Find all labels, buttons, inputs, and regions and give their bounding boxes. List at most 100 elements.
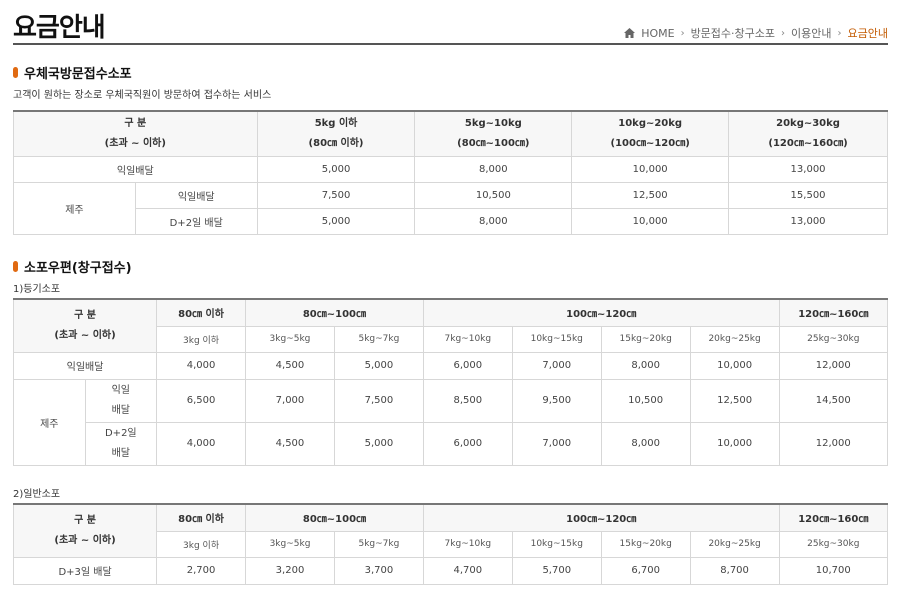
table-cell: 15,500: [728, 181, 888, 209]
table-cell: 4,500: [245, 351, 335, 380]
section-title-text: 우체국방문접수소포: [24, 67, 132, 82]
table-cell: 9,500: [511, 378, 602, 423]
row-label: 익일배달: [12, 351, 158, 380]
header-col: 10kg~20kg (100㎝~120㎝): [571, 110, 730, 157]
table-cell: 7,000: [511, 421, 602, 466]
header-size-group: 80㎝ 이하: [156, 298, 247, 327]
header-weight: 5kg~7kg: [333, 325, 424, 353]
table-cell: 5,000: [333, 351, 424, 380]
row-group-label: 제주: [13, 378, 86, 466]
row-label: 익일배달: [134, 181, 258, 209]
header-weight: 7kg~10kg: [422, 530, 513, 558]
registered-rate-table: 구 분 (초과 ~ 이하) 80㎝ 이하 80㎝~100㎝ 100㎝~120㎝ …: [12, 298, 889, 466]
section-title-counter: 소포우편(창구접수): [13, 257, 132, 276]
breadcrumb: HOME › 방문접수·창구소포 › 이용안내 › 요금안내: [624, 25, 888, 41]
table-cell: 4,700: [422, 556, 513, 585]
header-weight: 10kg~15kg: [511, 530, 602, 558]
row-label-line: D+2일: [104, 427, 137, 439]
general-rate-table: 구 분 (초과 ~ 이하) 80㎝ 이하 80㎝~100㎝ 100㎝~120㎝ …: [12, 503, 889, 585]
breadcrumb-item-visit[interactable]: 방문접수·창구소포: [691, 25, 775, 41]
header-weight: 15kg~20kg: [600, 530, 691, 558]
table-cell: 4,000: [156, 421, 247, 466]
table-cell: 12,500: [571, 181, 730, 209]
header-category-range: (초과 ~ 이하): [54, 329, 116, 341]
table-cell: 10,000: [689, 421, 780, 466]
table-row: 익일배달 5,000 8,000 10,000 13,000: [13, 155, 888, 183]
header-category-range: (초과 ~ 이하): [104, 137, 166, 149]
header-weight: 20kg~25kg: [689, 325, 780, 353]
table-row: D+2일 배달 5,000 8,000 10,000 13,000: [14, 207, 888, 235]
header-weight: 5kg~10kg: [464, 117, 522, 129]
section-title-visit: 우체국방문접수소포: [13, 63, 132, 82]
row-label: 익일배달: [13, 155, 258, 183]
chevron-right-icon: ›: [680, 27, 685, 39]
section-description: 고객이 원하는 장소로 우체국직원이 방문하여 접수하는 서비스: [13, 90, 272, 101]
table-cell: 6,000: [422, 351, 513, 380]
table-cell: 10,000: [571, 155, 730, 183]
breadcrumb-item-current: 요금안내: [847, 27, 888, 40]
header-weight: 25kg~30kg: [778, 530, 889, 558]
header-weight: 15kg~20kg: [600, 325, 691, 353]
header-col: 5kg~10kg (80㎝~100㎝): [414, 110, 573, 157]
table-cell: 6,700: [600, 556, 691, 585]
table-cell: 7,000: [245, 378, 335, 423]
table-cell: 5,000: [333, 421, 424, 466]
table-cell: 7,500: [333, 378, 424, 423]
header-weight: 5kg 이하: [314, 117, 358, 129]
table-cell: 12,000: [778, 421, 889, 466]
header-weight: 3kg~5kg: [245, 325, 335, 353]
header-weight: 20kg~30kg: [776, 117, 840, 129]
header-weight: 5kg~7kg: [333, 530, 424, 558]
row-label: D+2일 배달: [84, 421, 158, 466]
table-cell: 5,000: [256, 207, 416, 235]
home-icon: [624, 28, 636, 38]
header-weight: 7kg~10kg: [422, 325, 513, 353]
table-row: D+2일 배달 4,000 4,500 5,000 6,000 7,000 8,…: [14, 421, 889, 466]
header-weight: 25kg~30kg: [778, 325, 889, 353]
table-cell: 12,000: [778, 351, 889, 380]
table-cell: 4,000: [156, 351, 247, 380]
header-size: (100㎝~120㎝): [610, 137, 690, 149]
table-cell: 6,500: [156, 378, 247, 423]
table-cell: 8,000: [600, 351, 691, 380]
table-cell: 10,000: [571, 207, 730, 235]
header-weight: 3kg~5kg: [245, 530, 335, 558]
header-category: 구 분 (초과 ~ 이하): [12, 298, 158, 353]
header-weight: 3kg 이하: [156, 530, 247, 558]
header-category-label: 구 분: [74, 309, 96, 321]
table-cell: 4,500: [245, 421, 335, 466]
table-cell: 7,000: [511, 351, 602, 380]
title-divider: [13, 43, 888, 45]
header-weight: 20kg~25kg: [689, 530, 780, 558]
table-cell: 10,500: [414, 181, 573, 209]
header-size-group: 100㎝~120㎝: [422, 503, 780, 532]
row-label: 익일 배달: [84, 378, 158, 423]
table-cell: 13,000: [728, 207, 888, 235]
header-size: (120㎝~160㎝): [768, 137, 848, 149]
header-category: 구 분 (초과 ~ 이하): [12, 503, 158, 558]
header-size-group: 120㎝~160㎝: [778, 503, 889, 532]
row-label: D+2일 배달: [134, 207, 258, 235]
row-group-label: 제주: [13, 181, 136, 235]
header-weight: 3kg 이하: [156, 325, 247, 353]
header-size-group: 80㎝~100㎝: [245, 298, 424, 327]
header-weight: 10kg~20kg: [618, 117, 683, 129]
header-category: 구 분 (초과 ~ 이하): [13, 110, 258, 157]
subsection-title-registered: 1)등기소포: [13, 284, 61, 295]
section-bullet-icon: [13, 67, 18, 78]
chevron-right-icon: ›: [781, 27, 786, 39]
header-size-group: 120㎝~160㎝: [778, 298, 889, 327]
table-cell: 10,500: [600, 378, 691, 423]
table-cell: 8,000: [600, 421, 691, 466]
breadcrumb-item-guide[interactable]: 이용안내: [791, 25, 831, 41]
chevron-right-icon: ›: [837, 27, 842, 39]
table-cell: 14,500: [778, 378, 889, 423]
breadcrumb-home-link[interactable]: HOME: [641, 27, 674, 40]
table-row: 익일배달 4,000 4,500 5,000 6,000 7,000 8,000…: [12, 351, 889, 380]
table-cell: 13,000: [728, 155, 888, 183]
section-bullet-icon: [13, 261, 18, 272]
table-cell: 3,200: [245, 556, 335, 585]
header-size-group: 80㎝~100㎝: [245, 503, 424, 532]
table-row: D+3일 배달 2,700 3,200 3,700 4,700 5,700 6,…: [12, 556, 889, 585]
header-category-label: 구 분: [124, 117, 147, 129]
